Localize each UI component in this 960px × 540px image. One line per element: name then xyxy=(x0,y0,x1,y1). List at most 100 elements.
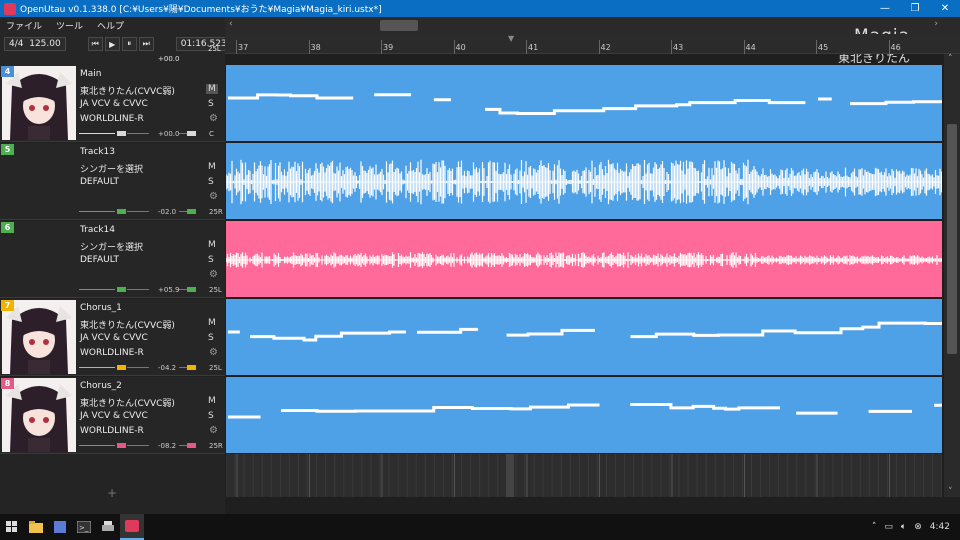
menu-tools[interactable]: ツール xyxy=(56,19,83,32)
vertical-scrollbar[interactable]: ˄ ˅ xyxy=(944,54,960,497)
track-part[interactable] xyxy=(226,377,960,453)
volume-slider-knob[interactable] xyxy=(117,287,126,292)
track-header[interactable]: 5 Track13 シンガーを選択 DEFAULT M S ⚙ -02.0 25… xyxy=(0,143,225,220)
mute-button[interactable]: M xyxy=(208,240,216,250)
file-explorer-icon[interactable] xyxy=(24,514,48,540)
scroll-right-icon[interactable]: › xyxy=(934,19,938,29)
solo-button[interactable]: S xyxy=(208,177,214,187)
printer-icon[interactable] xyxy=(96,514,120,540)
gear-icon[interactable]: ⚙ xyxy=(209,269,218,280)
empty-track-area[interactable] xyxy=(225,454,943,497)
app-icon[interactable] xyxy=(48,514,72,540)
gear-icon[interactable]: ⚙ xyxy=(209,425,218,436)
solo-button[interactable]: S xyxy=(208,255,214,265)
gear-icon[interactable]: ⚙ xyxy=(209,191,218,202)
network-icon[interactable]: ▭ xyxy=(884,522,893,532)
scroll-up-icon[interactable]: ˄ xyxy=(948,54,953,64)
pan-slider-track[interactable] xyxy=(179,211,187,212)
time-signature[interactable]: 4/4 125.00 xyxy=(4,37,66,51)
terminal-icon[interactable]: >_ xyxy=(72,514,96,540)
track-header[interactable]: 8 Chorus_2 東北きりたん(CVVC弱) JA VCV & CVVC W… xyxy=(0,377,225,454)
track-name[interactable]: Main xyxy=(80,69,102,79)
track-name[interactable]: Track14 xyxy=(80,225,115,235)
renderer-select[interactable]: WORLDLINE-R xyxy=(80,426,144,436)
track-header[interactable]: 4 Main 東北きりたん(CVVC弱) JA VCV & CVVC WORLD… xyxy=(0,65,225,142)
phonemizer-select[interactable]: JA VCV & CVVC xyxy=(80,99,148,109)
volume-slider-track[interactable] xyxy=(79,289,115,290)
mute-button[interactable]: M xyxy=(208,396,216,406)
track-header[interactable]: 6 Track14 シンガーを選択 DEFAULT M S ⚙ +05.9 25… xyxy=(0,221,225,298)
scroll-down-icon[interactable]: ˅ xyxy=(948,487,953,497)
volume-slider-track[interactable] xyxy=(79,367,115,368)
volume-icon[interactable]: 🔈︎ xyxy=(901,522,906,532)
play-icon[interactable]: ▶ xyxy=(104,37,120,51)
phonemizer-select[interactable]: JA VCV & CVVC xyxy=(80,333,148,343)
singer-avatar[interactable] xyxy=(2,66,76,140)
solo-button[interactable]: S xyxy=(208,411,214,421)
vertical-scroll-thumb[interactable] xyxy=(947,124,957,354)
track-part[interactable] xyxy=(226,299,960,375)
pan-slider-knob[interactable] xyxy=(187,365,196,370)
track-part[interactable] xyxy=(225,143,943,219)
menu-help[interactable]: ヘルプ xyxy=(97,19,124,32)
singer-select[interactable]: 東北きりたん(CVVC弱) xyxy=(80,318,175,331)
singer-avatar[interactable] xyxy=(2,378,76,452)
mute-button[interactable]: M xyxy=(208,318,216,328)
clock[interactable]: 4:42 xyxy=(930,522,950,532)
singer-avatar-empty[interactable] xyxy=(2,222,76,296)
volume-slider-track[interactable] xyxy=(79,133,115,134)
windows-start-icon[interactable] xyxy=(0,514,24,540)
gear-icon[interactable]: ⚙ xyxy=(209,113,218,124)
close-button[interactable]: ✕ xyxy=(930,0,960,17)
minimize-button[interactable]: — xyxy=(870,0,900,17)
mute-button[interactable]: M xyxy=(208,162,216,172)
pan-slider-knob[interactable] xyxy=(187,131,196,136)
pan-slider-knob[interactable] xyxy=(187,443,196,448)
pan-slider-track[interactable] xyxy=(179,289,187,290)
track-part[interactable] xyxy=(226,65,958,141)
volume-slider-knob[interactable] xyxy=(117,443,126,448)
renderer-select[interactable]: WORLDLINE-R xyxy=(80,348,144,358)
singer-avatar-empty[interactable] xyxy=(2,144,76,218)
tray-chevron-icon[interactable]: ˄ xyxy=(872,522,877,532)
playhead-marker-icon[interactable]: ▼ xyxy=(508,34,514,43)
mute-button[interactable]: M xyxy=(206,84,218,94)
pan-slider-knob[interactable] xyxy=(187,209,196,214)
pan-slider-knob[interactable] xyxy=(187,287,196,292)
track-part[interactable] xyxy=(225,221,943,297)
timeline-ruler[interactable]: 37 38 39 40 41 42 43 44 45 46 ▼ xyxy=(225,34,960,54)
gear-icon[interactable]: ⚙ xyxy=(209,347,218,358)
notification-icon[interactable]: ⊗ xyxy=(914,522,922,532)
volume-slider-knob[interactable] xyxy=(117,131,126,136)
track-header[interactable]: 7 Chorus_1 東北きりたん(CVVC弱) JA VCV & CVVC W… xyxy=(0,299,225,376)
horizontal-scrollbar[interactable]: ‹ › xyxy=(225,17,960,34)
phonemizer-select[interactable]: JA VCV & CVVC xyxy=(80,411,148,421)
singer-select[interactable]: 東北きりたん(CVVC弱) xyxy=(80,84,175,97)
singer-select[interactable]: シンガーを選択 xyxy=(80,240,143,253)
pan-slider-track[interactable] xyxy=(179,445,187,446)
renderer-select[interactable]: WORLDLINE-R xyxy=(80,114,144,124)
phonemizer-select[interactable]: DEFAULT xyxy=(80,177,119,187)
volume-slider-knob[interactable] xyxy=(117,365,126,370)
restore-button[interactable]: ❐ xyxy=(900,0,930,17)
volume-slider-knob[interactable] xyxy=(117,209,126,214)
openutau-icon[interactable] xyxy=(120,514,144,540)
pan-slider-track[interactable] xyxy=(179,367,187,368)
volume-slider-track[interactable] xyxy=(79,211,115,212)
skip-back-icon[interactable]: ⏮ xyxy=(87,37,103,51)
singer-select[interactable]: 東北きりたん(CVVC弱) xyxy=(80,396,175,409)
horizontal-scroll-thumb[interactable] xyxy=(380,20,418,31)
singer-avatar[interactable] xyxy=(2,300,76,374)
solo-button[interactable]: S xyxy=(208,99,214,109)
singer-select[interactable]: シンガーを選択 xyxy=(80,162,143,175)
volume-slider-track[interactable] xyxy=(79,445,115,446)
track-name[interactable]: Chorus_2 xyxy=(80,381,122,391)
pause-icon[interactable]: ⏸ xyxy=(121,37,137,51)
track-name[interactable]: Track13 xyxy=(80,147,115,157)
pan-slider-track[interactable] xyxy=(179,133,187,134)
skip-forward-icon[interactable]: ⏭ xyxy=(138,37,154,51)
scroll-left-icon[interactable]: ‹ xyxy=(229,19,233,29)
solo-button[interactable]: S xyxy=(208,333,214,343)
track-name[interactable]: Chorus_1 xyxy=(80,303,122,313)
menu-file[interactable]: ファイル xyxy=(6,19,42,32)
